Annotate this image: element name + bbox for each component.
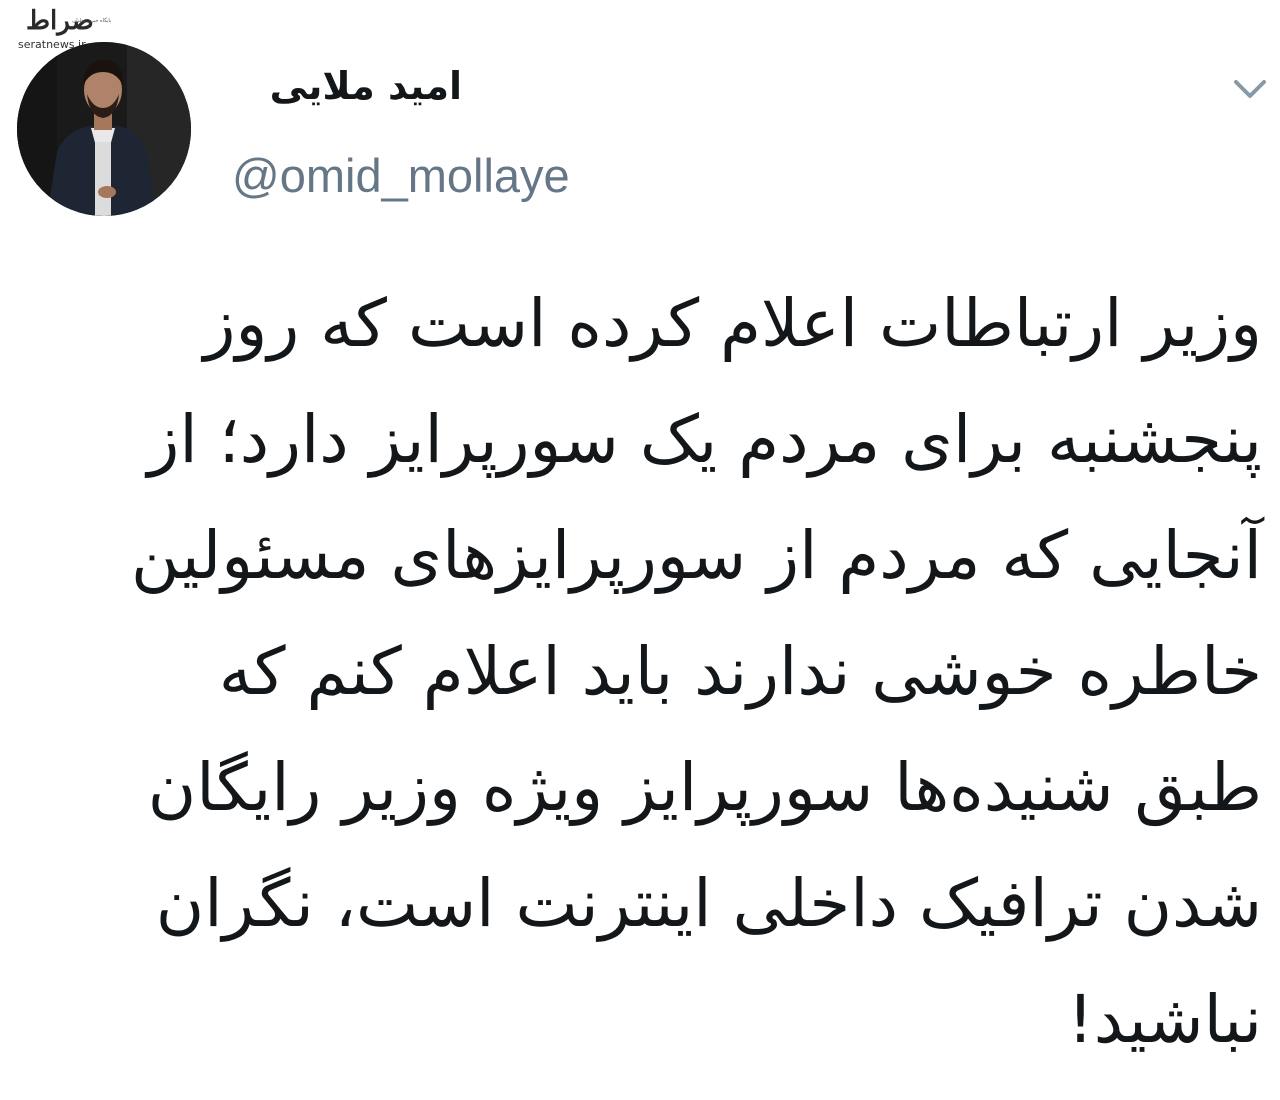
tweet-text-line: شدن ترافیک داخلی اینترنت است، نگران xyxy=(155,865,1262,942)
tweet-text: وزیر ارتباطات اعلام کرده است که روز پنجش… xyxy=(70,266,1262,1078)
tweet-text-line: طبق شنیده‌ها سورپرایز ویژه وزیر رایگان xyxy=(147,749,1262,826)
tweet-text-line: خاطره خوشی ندارند باید اعلام کنم که xyxy=(218,633,1262,710)
author-avatar[interactable] xyxy=(17,42,191,216)
chevron-down-icon xyxy=(1234,80,1266,98)
tweet-text-line: پنجشنبه برای مردم یک سورپرایز دارد؛ از xyxy=(147,401,1262,478)
tweet-menu-button[interactable] xyxy=(1228,70,1272,110)
author-display-name[interactable]: امید ملایی xyxy=(222,58,462,114)
watermark-tagline: پایگاه خبری تحلیلی xyxy=(72,18,112,24)
avatar-photo-icon xyxy=(17,42,191,216)
author-handle[interactable]: @omid_mollaye xyxy=(232,146,570,206)
tweet-text-line: وزیر ارتباطات اعلام کرده است که روز xyxy=(203,285,1262,362)
tweet-text-line: نباشید! xyxy=(1067,981,1262,1058)
tweet-text-line: آنجایی که مردم از سورپرایزهای مسئولین xyxy=(131,517,1262,594)
